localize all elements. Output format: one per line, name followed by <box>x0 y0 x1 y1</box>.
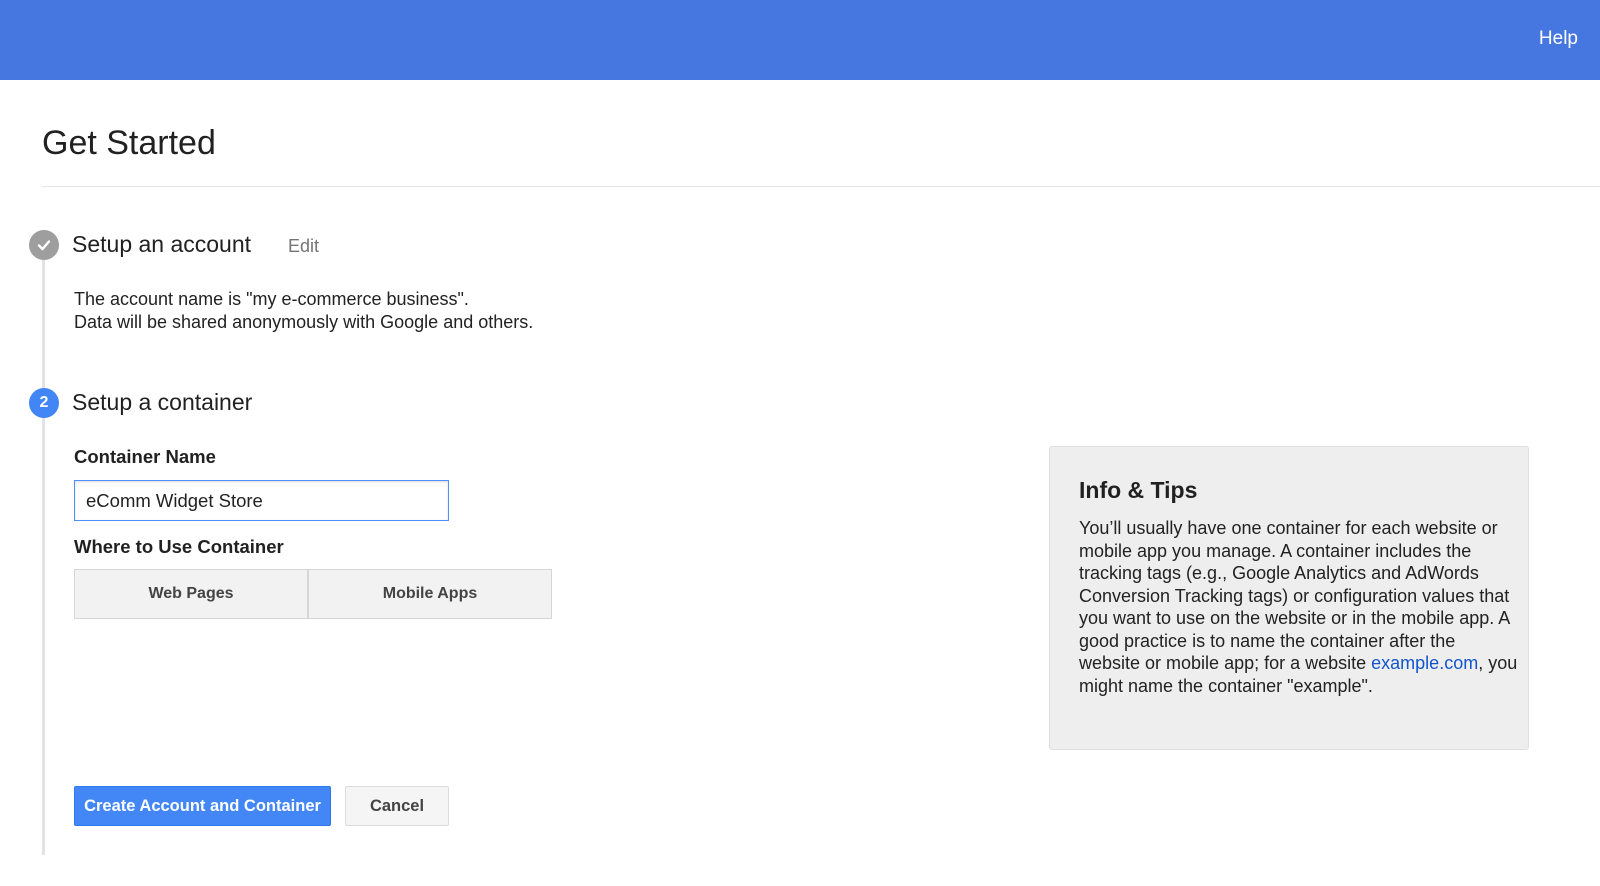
create-account-container-button[interactable]: Create Account and Container <box>74 786 331 826</box>
info-tips-body: You’ll usually have one container for ea… <box>1079 517 1519 697</box>
cancel-button[interactable]: Cancel <box>345 786 449 826</box>
title-divider <box>42 186 1600 187</box>
info-tips-panel: Info & Tips You’ll usually have one cont… <box>1049 446 1529 750</box>
stepper-line <box>42 245 45 855</box>
help-link[interactable]: Help <box>1539 28 1578 50</box>
info-text: You’ll usually have one container for ea… <box>1079 518 1510 673</box>
page-title: Get Started <box>42 124 216 162</box>
edit-account-link[interactable]: Edit <box>288 236 319 257</box>
web-pages-button[interactable]: Web Pages <box>74 569 308 619</box>
info-tips-title: Info & Tips <box>1079 477 1198 503</box>
check-icon <box>37 240 51 251</box>
container-name-input[interactable] <box>74 480 449 521</box>
step-account-title: Setup an account <box>72 231 252 257</box>
account-summary: The account name is "my e-commerce busin… <box>74 288 533 333</box>
account-summary-line: Data will be shared anonymously with Goo… <box>74 311 534 332</box>
step-complete-badge <box>29 230 59 260</box>
example-link[interactable]: example.com <box>1371 653 1478 673</box>
top-app-bar: Help <box>0 0 1600 80</box>
mobile-apps-button[interactable]: Mobile Apps <box>308 569 552 619</box>
step-number-badge: 2 <box>29 388 59 418</box>
step-container-title: Setup a container <box>72 389 253 415</box>
where-to-use-label: Where to Use Container <box>74 536 284 557</box>
account-summary-line: The account name is "my e-commerce busin… <box>74 289 469 309</box>
container-name-label: Container Name <box>74 446 216 467</box>
